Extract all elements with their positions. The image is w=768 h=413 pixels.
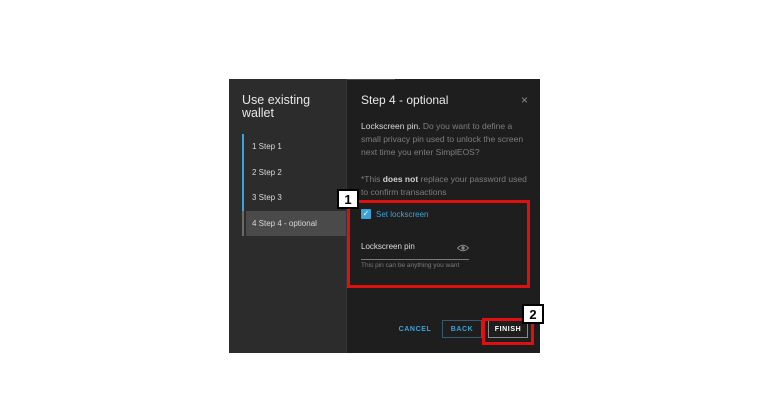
step-label: 3 Step 3 xyxy=(252,193,282,203)
annotation-badge-1: 1 xyxy=(337,189,359,209)
step-description: Lockscreen pin. Do you want to define a … xyxy=(361,120,531,159)
step-item-1[interactable]: 1 Step 1 xyxy=(242,134,346,160)
step-list: 1 Step 1 2 Step 2 3 Step 3 4 Step 4 - op… xyxy=(242,134,346,236)
step-label: 4 Step 4 - optional xyxy=(252,218,317,228)
password-note: *This does not replace your password use… xyxy=(361,173,531,199)
divider xyxy=(347,79,395,80)
step-item-4-active[interactable]: 4 Step 4 - optional xyxy=(242,210,346,236)
annotation-box-1 xyxy=(347,200,530,288)
back-button[interactable]: BACK xyxy=(442,320,482,338)
wizard-sidebar: Use existing wallet 1 Step 1 2 Step 2 3 … xyxy=(229,79,346,353)
wizard-title: Use existing wallet xyxy=(242,93,311,120)
step-label: 1 Step 1 xyxy=(252,142,282,152)
step-item-2[interactable]: 2 Step 2 xyxy=(242,159,346,186)
note-emphasis: does not xyxy=(382,174,419,184)
step-heading: Step 4 - optional xyxy=(361,93,449,107)
step-label: 2 Step 2 xyxy=(252,167,282,177)
step-item-3[interactable]: 3 Step 3 xyxy=(242,185,346,211)
note-prefix: *This xyxy=(361,174,383,184)
annotation-badge-2: 2 xyxy=(522,304,544,324)
description-title: Lockscreen pin. xyxy=(361,121,421,131)
cancel-button[interactable]: CANCEL xyxy=(395,320,435,338)
close-icon[interactable]: × xyxy=(519,94,530,106)
